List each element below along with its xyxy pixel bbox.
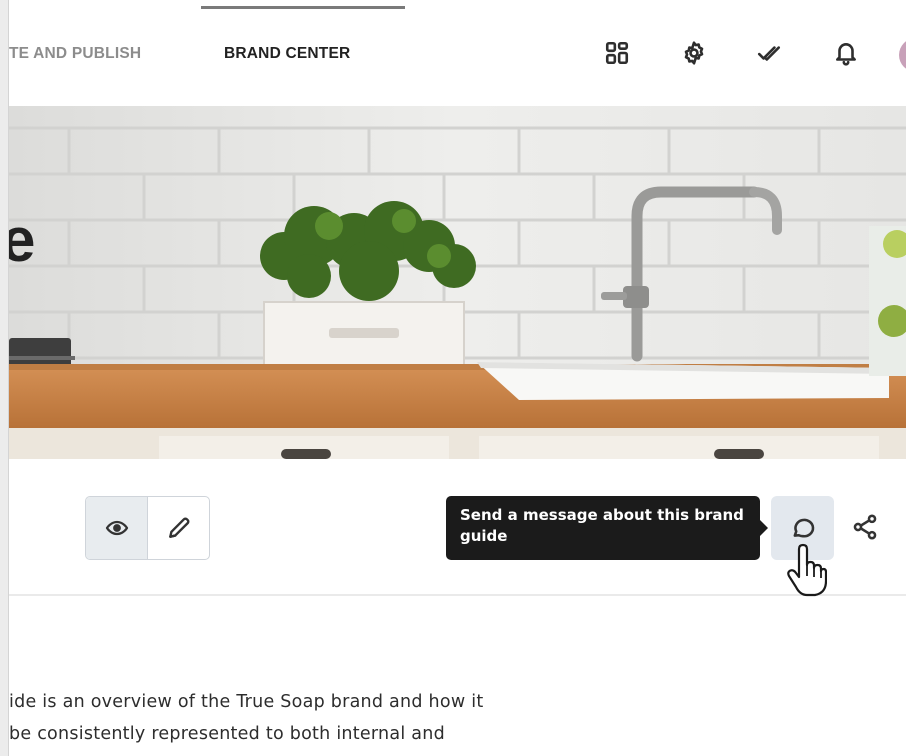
share-button[interactable]	[847, 509, 883, 545]
brand-guide-intro-text: ide is an overview of the True Soap bran…	[9, 686, 483, 750]
intro-text-line: ide is an overview of the True Soap bran…	[9, 692, 484, 712]
left-panel-edge	[0, 0, 9, 756]
hero-banner: e	[9, 106, 906, 459]
view-mode-button[interactable]	[86, 497, 148, 559]
brand-guide-title: e	[9, 206, 36, 275]
tasks-checkmark-icon[interactable]	[752, 36, 786, 70]
eye-icon	[105, 520, 128, 536]
top-navigation-bar: TE AND PUBLISH BRAND CENTER N	[9, 0, 906, 106]
brand-guide-toolbar: Send a message about this brand guide	[9, 459, 906, 597]
edit-mode-button[interactable]	[148, 497, 209, 559]
notifications-bell-icon[interactable]	[829, 36, 863, 70]
tab-brand-center[interactable]: BRAND CENTER	[224, 45, 350, 63]
view-edit-toggle	[85, 496, 210, 560]
message-tooltip: Send a message about this brand guide	[446, 496, 768, 560]
pencil-icon	[168, 517, 189, 538]
settings-gear-icon[interactable]	[677, 36, 711, 70]
user-avatar[interactable]: N	[899, 38, 906, 72]
intro-text-line: be consistently represented to both inte…	[9, 724, 445, 744]
hand-pointer-cursor-icon	[787, 543, 827, 597]
active-tab-indicator	[201, 6, 405, 9]
speech-bubble-icon	[793, 518, 814, 538]
tab-create-and-publish[interactable]: TE AND PUBLISH	[9, 45, 141, 63]
kitchen-banner-image	[9, 106, 906, 459]
share-icon	[853, 514, 877, 540]
apps-grid-icon[interactable]	[600, 36, 634, 70]
